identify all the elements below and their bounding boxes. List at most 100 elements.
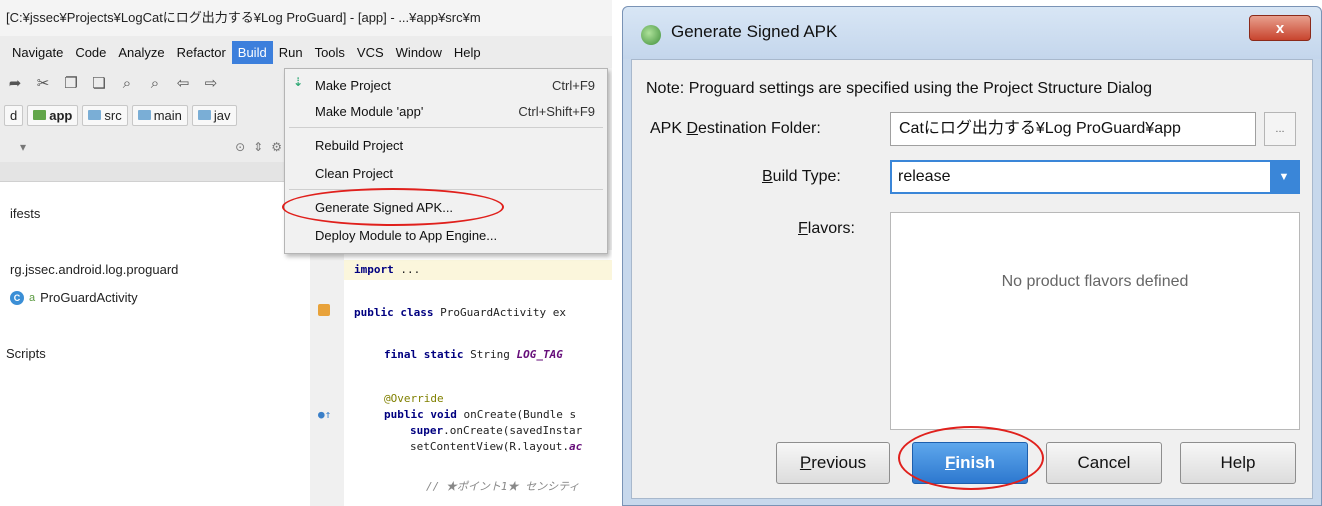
previous-button[interactable]: Previous — [776, 442, 890, 484]
highlight-ellipse — [282, 188, 504, 226]
paste-icon[interactable]: ❏ — [90, 74, 108, 92]
code-keyword: public void — [384, 408, 457, 421]
menu-analyze[interactable]: Analyze — [112, 41, 170, 64]
menu-item-make-module[interactable]: Make Module 'app' Ctrl+Shift+F9 — [285, 99, 607, 123]
project-tree: ifests rg.jssec.android.log.proguard C a… — [0, 182, 310, 506]
back-icon[interactable]: ⇦ — [174, 74, 192, 92]
label-part: uild Type: — [772, 168, 841, 185]
menu-refactor[interactable]: Refactor — [171, 41, 232, 64]
label-mnemonic: B — [762, 168, 773, 185]
cut-icon[interactable]: ✂ — [34, 74, 52, 92]
menu-item-deploy-app-engine[interactable]: Deploy Module to App Engine... — [285, 223, 607, 247]
help-button[interactable]: Help — [1180, 442, 1296, 484]
menu-run[interactable]: Run — [273, 41, 309, 64]
code-keyword: import — [354, 263, 394, 276]
code-text: setContentView(R.layout. — [410, 440, 569, 453]
breadcrumb-src-label: src — [104, 107, 122, 123]
browse-icon: ... — [1275, 123, 1285, 135]
flavors-empty-text: No product flavors defined — [1001, 273, 1189, 290]
ide-menubar: Navigate Code Analyze Refactor Build Run… — [0, 36, 612, 68]
tree-item-label: ProGuardActivity — [40, 290, 138, 305]
browse-button[interactable]: ... — [1264, 112, 1296, 146]
tree-item-package[interactable]: rg.jssec.android.log.proguard — [10, 262, 178, 277]
menu-item-rebuild-project[interactable]: Rebuild Project — [285, 133, 607, 157]
code-text: ... — [393, 263, 421, 276]
copy-icon[interactable]: ❐ — [62, 74, 80, 92]
dropdown-arrow-icon[interactable]: ▼ — [1270, 162, 1298, 192]
tree-item-class[interactable]: C a ProGuardActivity — [10, 290, 138, 305]
label-part: lavors: — [807, 220, 855, 237]
menu-item-label: Rebuild Project — [315, 137, 404, 153]
breadcrumb-src[interactable]: src — [82, 104, 128, 126]
menu-code[interactable]: Code — [69, 41, 112, 64]
code-text: .onCreate(savedInstar — [443, 424, 583, 437]
breadcrumb: d app src main jav — [0, 98, 290, 132]
close-button[interactable]: x — [1249, 15, 1311, 41]
breadcrumb-main[interactable]: main — [131, 104, 188, 126]
editor-gutter — [310, 250, 344, 506]
flavors-label: Flavors: — [798, 220, 855, 238]
ide-toolbar: ➦ ✂ ❐ ❏ ⌕ ⌕ ⇦ ⇨ — [0, 68, 290, 98]
code-keyword: super — [410, 424, 444, 437]
menu-build[interactable]: Build — [231, 40, 273, 64]
tree-item-label: Scripts — [6, 346, 46, 361]
android-studio-icon — [641, 25, 661, 45]
label-part: estination Folder: — [698, 120, 821, 137]
dialog-title-bar: Generate Signed APK — [623, 7, 1321, 59]
menu-navigate[interactable]: Navigate — [6, 41, 69, 64]
code-line-override: @Override — [384, 392, 444, 405]
flavors-list[interactable]: No product flavors defined — [890, 212, 1300, 430]
close-icon: x — [1275, 19, 1285, 37]
breadcrumb-app[interactable]: app — [27, 104, 79, 126]
find-icon[interactable]: ⌕ — [118, 74, 136, 92]
code-line-super: super.onCreate(savedInstar — [410, 424, 582, 437]
collapse-icon[interactable]: ⇕ — [253, 140, 263, 154]
menu-separator — [289, 127, 603, 128]
tree-item-label: rg.jssec.android.log.proguard — [10, 262, 179, 277]
breadcrumb-project[interactable]: d — [4, 104, 24, 126]
class-marker-icon — [318, 304, 330, 316]
activity-icon: a — [29, 291, 36, 304]
breadcrumb-java-label: jav — [213, 107, 231, 123]
label-part: APK — [650, 120, 687, 137]
tree-item-scripts[interactable]: Scripts — [6, 346, 46, 361]
code-line-import: import ... — [344, 260, 612, 280]
chevron-down-icon[interactable]: ▾ — [20, 140, 26, 154]
menu-item-make-project[interactable]: Make Project Ctrl+F9 — [285, 73, 607, 97]
breadcrumb-main-label: main — [153, 107, 182, 123]
redo-icon[interactable]: ➦ — [6, 74, 24, 92]
build-menu-dropdown: ⇣ Make Project Ctrl+F9 Make Module 'app'… — [284, 68, 608, 254]
build-type-label: Build Type: — [762, 168, 841, 186]
project-panel-strip — [0, 162, 290, 182]
apk-destination-input[interactable]: Catにログ出力する¥Log ProGuard¥app — [890, 112, 1256, 146]
menu-item-label: Clean Project — [315, 165, 394, 181]
code-constant: ac — [568, 440, 583, 453]
menu-item-label: Make Module 'app' — [315, 103, 424, 119]
menu-tools[interactable]: Tools — [309, 41, 351, 64]
tree-item-manifests[interactable]: ifests — [10, 206, 40, 221]
folder-icon — [88, 110, 102, 120]
breadcrumb-app-label: app — [49, 107, 73, 123]
label-mnemonic: D — [686, 120, 699, 137]
code-line-oncreate: public void onCreate(Bundle s — [384, 408, 576, 421]
project-panel-header: ▾ ⊙ ⇕ ⚙ — [0, 132, 290, 162]
button-label: Cancel — [1077, 453, 1131, 472]
cancel-button[interactable]: Cancel — [1046, 442, 1162, 484]
code-text: String — [463, 348, 517, 361]
highlight-ellipse — [898, 426, 1044, 490]
menu-help[interactable]: Help — [448, 41, 487, 64]
code-line-comment: // ★ポイント1★ センシティ — [426, 480, 580, 493]
menu-window[interactable]: Window — [390, 41, 448, 64]
replace-icon[interactable]: ⌕ — [146, 74, 164, 92]
menu-item-clean-project[interactable]: Clean Project — [285, 161, 607, 185]
gear-icon[interactable]: ⚙ — [271, 140, 282, 154]
code-editor[interactable]: import ... public class ProGuardActivity… — [310, 250, 612, 506]
module-folder-icon — [33, 110, 47, 120]
sync-icon[interactable]: ⊙ — [235, 140, 245, 154]
breadcrumb-java[interactable]: jav — [191, 104, 237, 126]
code-line-setcontent: setContentView(R.layout.ac — [410, 440, 582, 453]
menu-vcs[interactable]: VCS — [351, 41, 390, 64]
build-type-select[interactable]: release ▼ — [890, 160, 1300, 194]
forward-icon[interactable]: ⇨ — [202, 74, 220, 92]
code-text: onCreate(Bundle s — [456, 408, 577, 421]
